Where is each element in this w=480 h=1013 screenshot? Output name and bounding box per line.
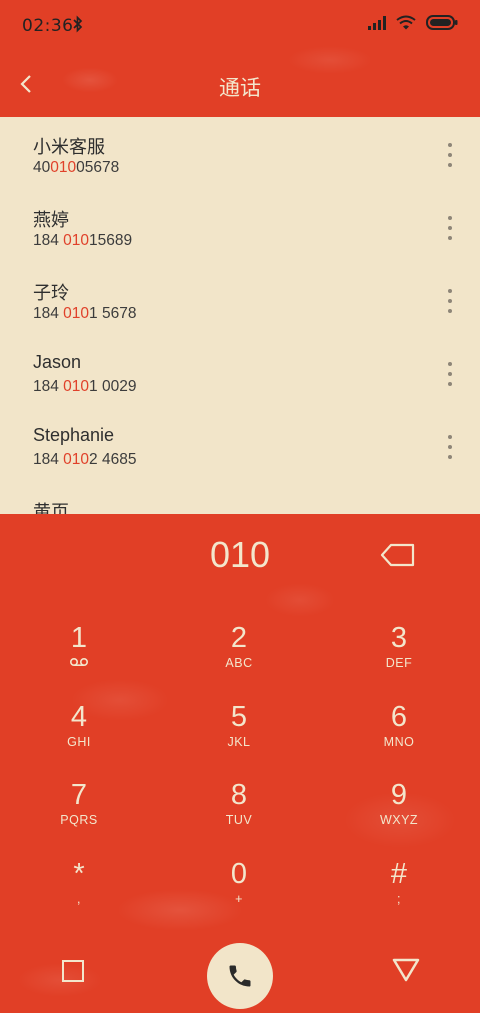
contact-row[interactable]: 燕婷 184 01015689: [0, 190, 480, 263]
battery-icon: [426, 15, 458, 30]
call-button[interactable]: [207, 943, 273, 1009]
phone-icon: [229, 965, 251, 987]
title-bar: 通话: [0, 52, 480, 116]
signal-icon: [368, 15, 386, 30]
contact-number: 184 01015689: [33, 232, 133, 249]
contact-number: 4001005678: [33, 159, 120, 176]
key-9[interactable]: 9 WXYZ: [339, 779, 459, 849]
contact-name: 子玲: [33, 283, 69, 303]
contact-row[interactable]: 小米客服 4001005678: [0, 117, 480, 190]
key-hash[interactable]: # ;: [339, 858, 459, 928]
voicemail-icon: [19, 656, 139, 670]
key-star[interactable]: * ,: [19, 858, 139, 928]
key-7[interactable]: 7 PQRS: [19, 779, 139, 849]
key-8[interactable]: 8 TUV: [179, 779, 299, 849]
key-3[interactable]: 3 DEF: [339, 622, 459, 692]
contact-name: 燕婷: [33, 210, 69, 230]
contact-name: Jason: [33, 352, 82, 372]
contact-name: Stephanie: [33, 425, 115, 445]
square-icon[interactable]: [62, 960, 84, 982]
bluetooth-icon: [72, 15, 84, 37]
contact-number: 184 0102 4685: [33, 451, 137, 468]
backspace-button[interactable]: [380, 542, 416, 568]
dial-display: 010: [0, 530, 480, 586]
key-1[interactable]: 1: [19, 622, 139, 692]
key-4[interactable]: 4 GHI: [19, 701, 139, 771]
backspace-icon: [380, 543, 415, 567]
more-options-icon[interactable]: [442, 143, 458, 167]
contact-row[interactable]: Stephanie 184 0102 4685: [0, 409, 480, 482]
more-options-icon[interactable]: [442, 362, 458, 386]
contact-row[interactable]: 子玲 184 0101 5678: [0, 263, 480, 336]
contact-number: 184 0101 0029: [33, 378, 137, 395]
more-options-icon[interactable]: [442, 289, 458, 313]
search-results-list: 小米客服 4001005678 燕婷 184 01015689 子玲 184 0…: [0, 117, 480, 514]
status-icons: [368, 15, 458, 30]
status-bar: 02:36: [0, 0, 480, 52]
more-options-icon[interactable]: [442, 216, 458, 240]
key-5[interactable]: 5 JKL: [179, 701, 299, 771]
contact-row[interactable]: 黄页: [0, 482, 480, 514]
key-6[interactable]: 6 MNO: [339, 701, 459, 771]
more-options-icon[interactable]: [442, 435, 458, 459]
wifi-icon: [396, 15, 416, 30]
contact-name: 小米客服: [33, 137, 105, 157]
contact-row[interactable]: Jason 184 0101 0029: [0, 336, 480, 409]
bottom-bar: [0, 940, 480, 1013]
key-0[interactable]: 0 +: [179, 858, 299, 928]
contact-name: 黄页: [33, 502, 69, 514]
triangle-down-icon[interactable]: [392, 958, 420, 986]
status-time: 02:36: [22, 16, 74, 36]
contact-number: 184 0101 5678: [33, 305, 137, 322]
page-title: 通话: [219, 76, 261, 100]
key-2[interactable]: 2 ABC: [179, 622, 299, 692]
